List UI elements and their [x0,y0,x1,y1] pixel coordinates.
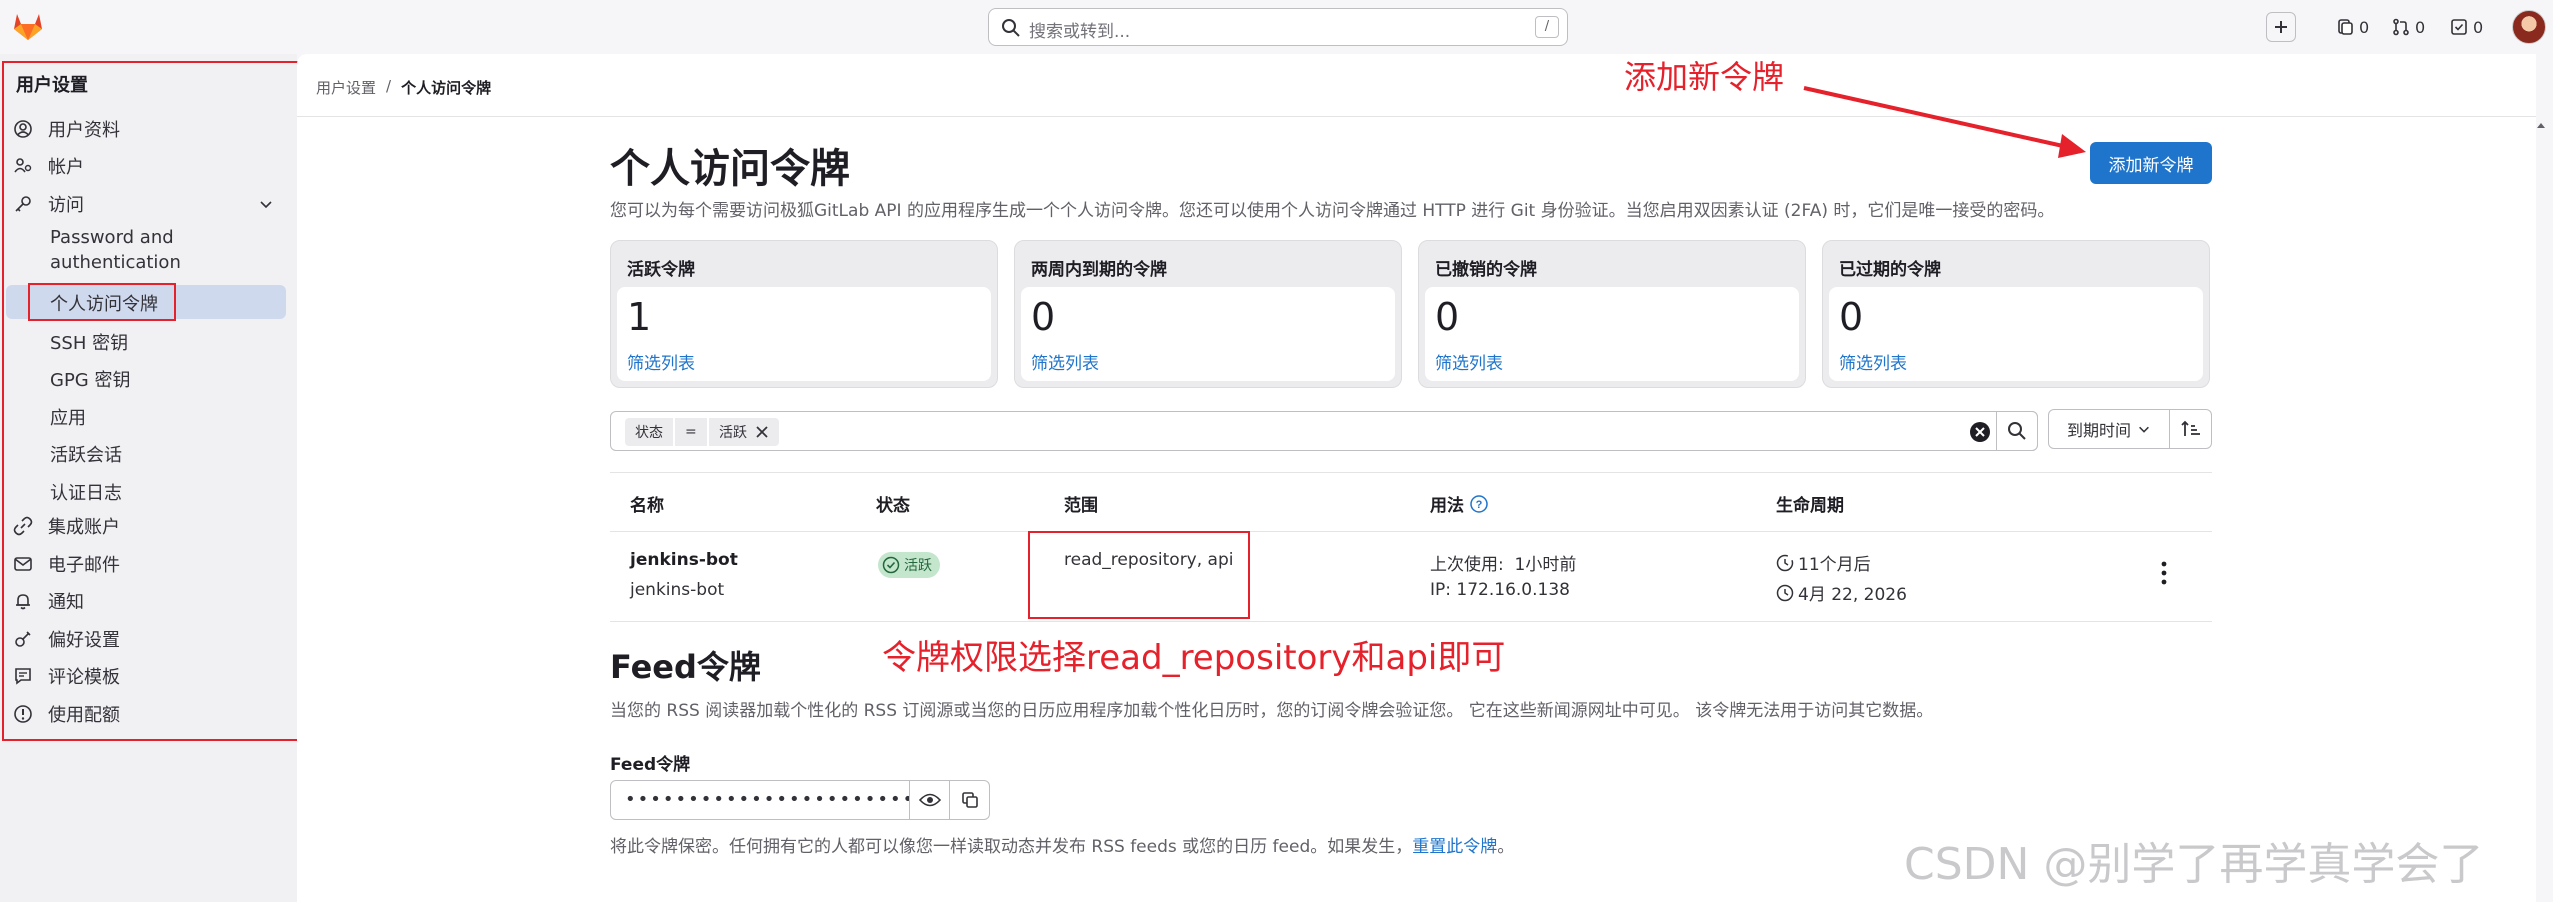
token-ip: IP: 172.16.0.138 [1430,580,1570,600]
annotation-box-scopes [1028,531,1250,619]
stat-card-expired: 已过期的令牌 0 筛选列表 [1822,240,2210,388]
breadcrumb-separator: / [386,77,392,95]
hourglass-clock-icon [1776,554,1794,571]
stat-value: 1 [627,295,652,339]
gitlab-logo-icon[interactable] [12,11,44,41]
page-description: 您可以为每个需要访问极狐GitLab API 的应用程序生成一个个人访问令牌。您… [610,201,2055,221]
check-circle-icon [882,556,900,574]
filter-token-operator: = [675,418,707,446]
copy-icon [961,792,978,808]
scroll-up-icon[interactable] [2535,120,2547,130]
column-status: 状态 [876,496,910,516]
add-new-token-button[interactable]: 添加新令牌 [2090,142,2212,184]
chevron-down-icon [2139,426,2149,433]
feed-token-note: 将此令牌保密。任何拥有它的人都可以像您一样读取动态并发布 RSS feeds 或… [610,837,1515,857]
search-icon [1002,19,1020,37]
stat-card-revoked: 已撤销的令牌 0 筛选列表 [1418,240,1806,388]
copy-token-button[interactable] [950,780,990,820]
stat-card-expiring: 两周内到期的令牌 0 筛选列表 [1014,240,1402,388]
sort-dropdown[interactable]: 到期时间 [2048,409,2170,449]
token-last-used: 上次使用: 1小时前 [1430,555,1577,575]
column-scopes: 范围 [1064,496,1098,516]
breadcrumb-current: 个人访问令牌 [401,79,492,97]
annotation-add-token: 添加新令牌 [1624,58,1785,96]
filter-list-link[interactable]: 筛选列表 [1435,349,1503,374]
more-actions-icon[interactable] [2160,560,2168,586]
breadcrumb: 用户设置 / 个人访问令牌 [316,77,491,98]
eye-icon [918,793,941,807]
stat-value: 0 [1031,295,1056,339]
token-expires-in: 11个月后 [1776,550,1871,575]
search-shortcut-key: / [1535,16,1559,38]
table-row: jenkins-bot jenkins-bot 活跃 read_reposito… [610,532,2212,622]
merge-requests-button[interactable]: 0 [2392,12,2425,42]
annotation-arrow [1803,86,2086,158]
column-lifetime: 生命周期 [1776,496,1844,516]
token-subname: jenkins-bot [630,580,725,600]
global-search-input[interactable]: 搜索或转到... / [988,8,1568,46]
annotation-box-sidebar-outline [2,61,304,741]
annotation-scope-tip: 令牌权限选择read_repository和api即可 [882,638,1506,678]
user-avatar[interactable] [2512,10,2546,44]
reveal-token-button[interactable] [910,780,950,820]
question-icon[interactable]: ? [1470,494,1488,513]
column-usage: 用法 ? [1430,491,1488,516]
token-name: jenkins-bot [630,550,738,570]
svg-text:?: ? [1476,499,1483,511]
filter-token-key: 状态 [625,418,673,446]
token-expires-on: 4月 22, 2026 [1776,580,1907,605]
breadcrumb-parent[interactable]: 用户设置 [316,77,376,98]
todo-count: 0 [2473,17,2484,37]
reset-token-link[interactable]: 重置此令牌 [1412,837,1497,857]
filter-list-link[interactable]: 筛选列表 [1839,349,1907,374]
issues-button[interactable]: 0 [2336,12,2369,42]
table-header: 名称 状态 范围 用法 ? 生命周期 [610,472,2212,532]
feed-token-description: 当您的 RSS 阅读器加载个性化的 RSS 订阅源或当您的日历应用程序加载个性化… [610,701,1934,721]
filter-list-link[interactable]: 筛选列表 [1031,349,1099,374]
filter-search-button[interactable] [1996,411,2038,451]
feed-token-field[interactable]: •••••••••••••••••••••••••• [610,780,910,820]
stat-value: 0 [1839,295,1864,339]
sort-ascending-icon [2180,420,2200,436]
status-badge: 活跃 [878,552,940,578]
watermark: CSDN @别学了再学真学会了 [1904,839,2484,890]
todos-button[interactable]: 0 [2450,12,2483,42]
filter-list-link[interactable]: 筛选列表 [627,349,695,374]
sort-direction-button[interactable] [2170,409,2212,449]
feed-token-label: Feed令牌 [610,755,691,775]
page-title: 个人访问令牌 [610,146,850,192]
close-icon[interactable] [755,425,769,439]
stat-value: 0 [1435,295,1460,339]
feed-token-title: Feed令牌 [610,648,761,686]
filter-token-value[interactable]: 活跃 [709,418,779,446]
breadcrumb-divider [297,116,2536,117]
clear-filter-icon[interactable] [1969,421,1991,443]
issues-icon [2338,19,2353,35]
clock-icon [1776,584,1794,601]
plus-icon [2275,21,2287,33]
todo-icon [2451,19,2467,35]
column-name: 名称 [630,496,664,516]
issues-count: 0 [2359,17,2370,37]
merge-request-icon [2393,18,2409,36]
search-icon [2008,422,2026,440]
create-new-button[interactable] [2266,12,2296,42]
mr-count: 0 [2415,17,2426,37]
filtered-search-input[interactable]: 状态 = 活跃 [610,411,2038,451]
search-placeholder: 搜索或转到... [1029,22,1131,42]
stat-card-active: 活跃令牌 1 筛选列表 [610,240,998,388]
